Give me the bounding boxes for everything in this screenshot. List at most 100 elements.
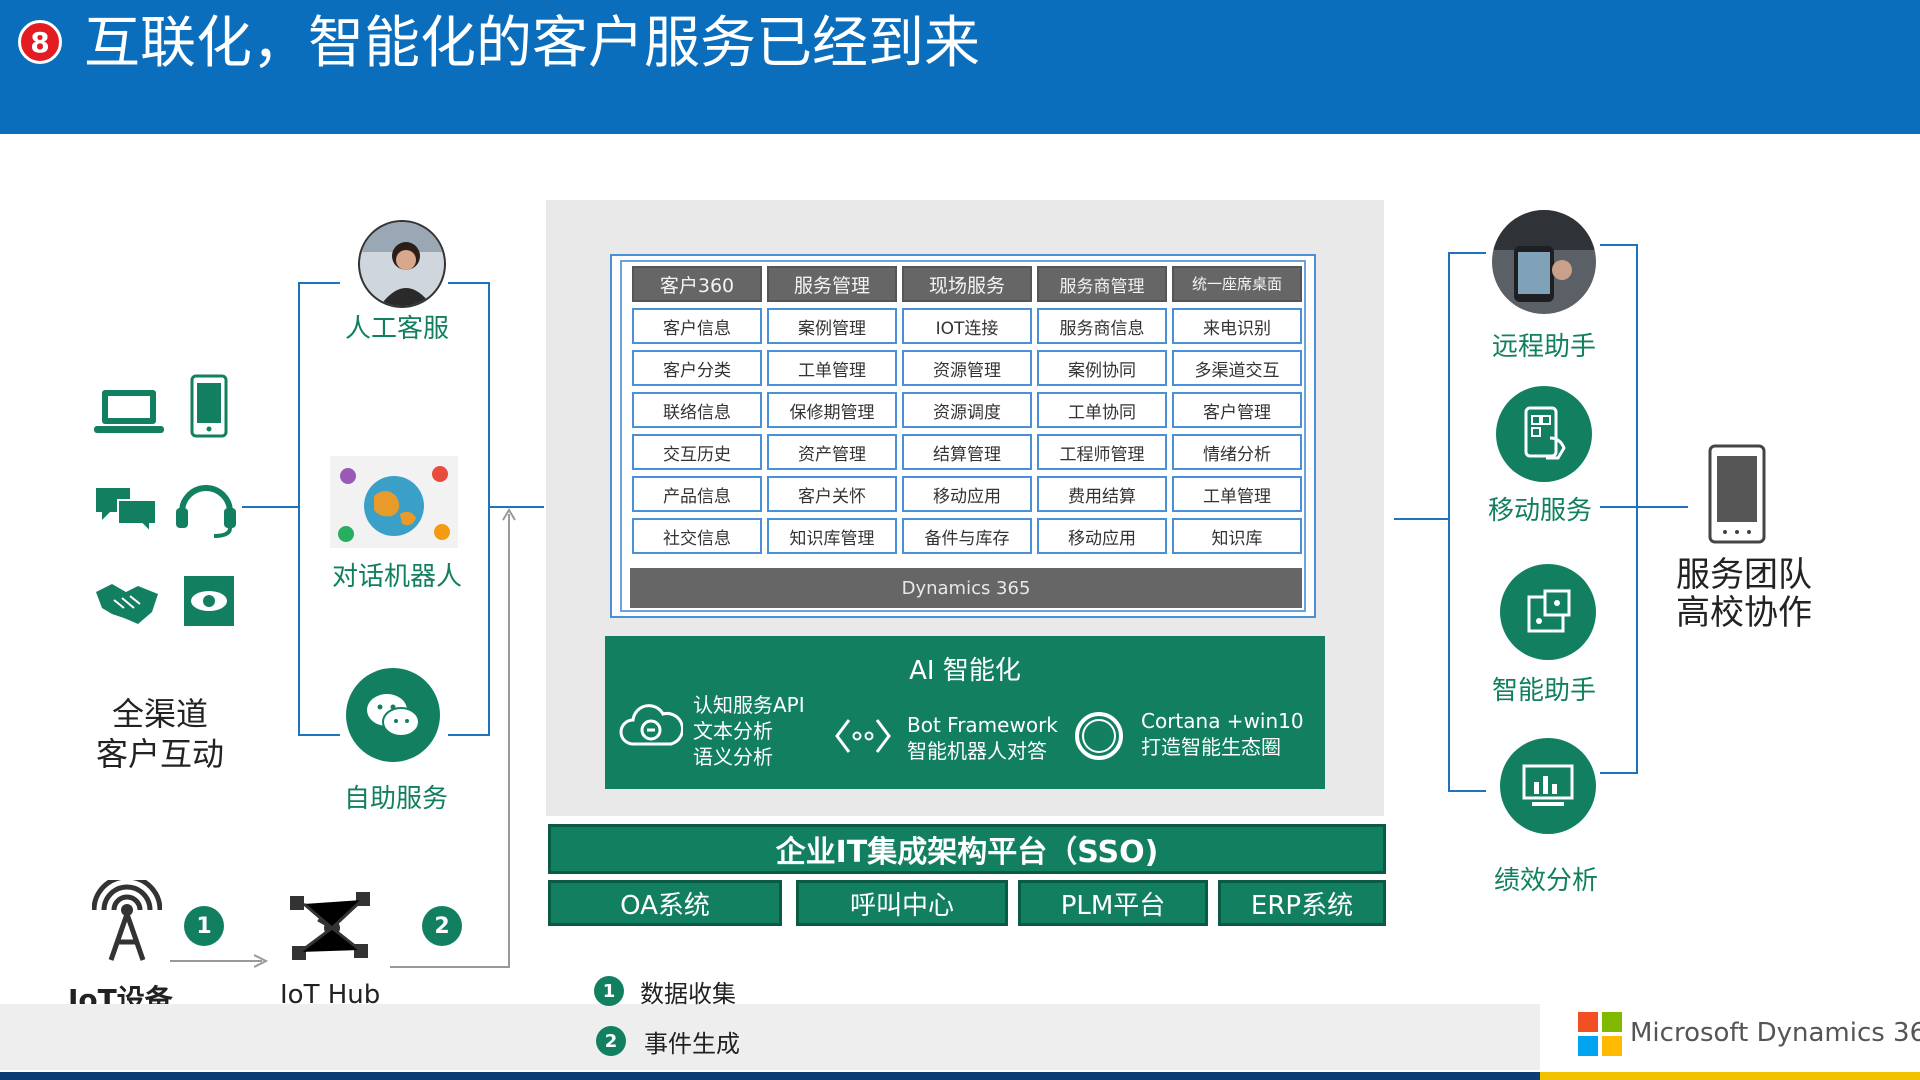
cloud-service-icon (619, 704, 683, 746)
grid-cell: 客户关怀 (767, 476, 897, 512)
right-left-bracket (1448, 252, 1486, 792)
cortana-line-1: Cortana +win10 (1141, 709, 1304, 733)
cognitive-services-text: 认知服务API 文本分析 语义分析 (693, 692, 805, 770)
legend-1-label: 数据收集 (640, 980, 736, 1008)
arrow-up-icon (502, 508, 516, 521)
iot-antenna-icon (92, 880, 162, 961)
omni-line-2: 客户互动 (95, 735, 224, 773)
grid-cell: 服务商信息 (1037, 308, 1167, 344)
grid-cell: 资源调度 (902, 392, 1032, 428)
dynamics-365-bar: Dynamics 365 (630, 568, 1302, 608)
grid-cell: 资产管理 (767, 434, 897, 470)
team-phone-icon (1708, 444, 1766, 544)
plm-platform-box: PLM平台 (1018, 880, 1208, 926)
bot-framework-text: Bot Framework 智能机器人对答 (907, 712, 1058, 764)
grid-cell: 客户管理 (1172, 392, 1302, 428)
call-center-box: 呼叫中心 (796, 880, 1008, 926)
cog-line-2: 文本分析 (693, 719, 773, 743)
omni-line-1: 全渠道 (111, 695, 208, 733)
footer-accent (1540, 1072, 1920, 1080)
grid-cell: 工单协同 (1037, 392, 1167, 428)
grid-cell: 资源管理 (902, 350, 1032, 386)
grid-cell: 案例协同 (1037, 350, 1167, 386)
wechat-icon (346, 668, 440, 762)
chat-bubbles-icon (96, 488, 157, 534)
right-to-team-line (1600, 506, 1688, 508)
headset-icon (176, 485, 236, 538)
page-title: 互联化，智能化的客户服务已经到来 (84, 11, 980, 76)
cortana-text: Cortana +win10 打造智能生态圈 (1141, 708, 1304, 760)
sso-platform-bar: 企业IT集成架构平台（SSO) (548, 824, 1386, 874)
team-line-2: 高校协作 (1676, 593, 1812, 633)
bot-line-2: 智能机器人对答 (907, 739, 1047, 763)
grid-cell: 工单管理 (767, 350, 897, 386)
grid-cell: 客户分类 (632, 350, 762, 386)
grid-cell: 费用结算 (1037, 476, 1167, 512)
grid-cell: 工单管理 (1172, 476, 1302, 512)
code-brackets-icon (835, 719, 891, 753)
iot-hub-icon (290, 892, 370, 960)
cog-line-3: 语义分析 (693, 745, 773, 769)
ms-dynamics-logo-text: Microsoft Dynamics 365 (1630, 1018, 1920, 1048)
bot-line-1: Bot Framework (907, 713, 1058, 737)
mobile-service-label: 移动服务 (1488, 496, 1593, 526)
grid-cell: 情绪分析 (1172, 434, 1302, 470)
cog-line-1: 认知服务API (693, 693, 805, 717)
grid-header-field: 现场服务 (902, 266, 1032, 302)
grid-cell: 结算管理 (902, 434, 1032, 470)
grid-cell: 移动应用 (1037, 518, 1167, 554)
grid-cell: 社交信息 (632, 518, 762, 554)
arrow-head-icon (254, 954, 268, 968)
agent-photo (358, 220, 446, 308)
team-line-1: 服务团队 (1676, 555, 1812, 595)
erp-system-box: ERP系统 (1218, 880, 1386, 926)
grid-header-service: 服务管理 (767, 266, 897, 302)
right-right-bracket (1600, 244, 1638, 774)
grid-cell: 备件与库存 (902, 518, 1032, 554)
grid-cell: 交互历史 (632, 434, 762, 470)
right-connector-line (1394, 518, 1450, 520)
remote-assist-label: 远程助手 (1492, 332, 1597, 362)
cortana-ring-icon (1075, 712, 1123, 760)
grid-cell: 保修期管理 (767, 392, 897, 428)
grid-cell: 案例管理 (767, 308, 897, 344)
bot-label: 对话机器人 (332, 562, 463, 592)
step-1-badge: 1 (184, 906, 224, 946)
slide-number-badge: 8 (18, 20, 62, 64)
self-service-label: 自助服务 (344, 784, 449, 814)
step-2-badge: 2 (422, 906, 462, 946)
grid-cell: 多渠道交互 (1172, 350, 1302, 386)
grid-cell: 知识库 (1172, 518, 1302, 554)
omni-channel-label: 全渠道 客户互动 (80, 694, 240, 774)
microsoft-logo-icon (1578, 1012, 1622, 1056)
legend-2-label: 事件生成 (644, 1030, 740, 1058)
handshake-icon (96, 584, 158, 624)
service-team-label: 服务团队 高校协作 (1664, 556, 1824, 632)
arrow-line-1 (170, 960, 262, 962)
cortana-line-2: 打造智能生态圈 (1141, 735, 1281, 759)
phone-icon (190, 374, 228, 438)
mobile-service-icon (1496, 386, 1592, 482)
ai-title: AI 智能化 (909, 656, 1021, 686)
grid-header-vendor: 服务商管理 (1037, 266, 1167, 302)
oa-system-box: OA系统 (548, 880, 782, 926)
laptop-icon (94, 390, 164, 433)
grid-cell: 产品信息 (632, 476, 762, 512)
grid-header-customer360: 客户360 (632, 266, 762, 302)
grid-cell: IOT连接 (902, 308, 1032, 344)
legend-1-badge: 1 (594, 976, 624, 1006)
grid-cell: 联络信息 (632, 392, 762, 428)
grid-cell: 来电识别 (1172, 308, 1302, 344)
performance-analysis-icon (1500, 738, 1596, 834)
bot-image (330, 456, 458, 548)
remote-assist-photo (1492, 210, 1596, 314)
grid-cell: 客户信息 (632, 308, 762, 344)
arrow-line-up (508, 514, 510, 968)
arrow-line-2 (390, 966, 508, 968)
eye-icon (184, 576, 234, 626)
ai-section: AI 智能化 认知服务API 文本分析 语义分析 Bot Framework 智… (605, 636, 1325, 789)
legend-2-badge: 2 (596, 1026, 626, 1056)
grid-cell: 工程师管理 (1037, 434, 1167, 470)
smart-assistant-label: 智能助手 (1492, 676, 1597, 706)
grid-header-desktop: 统一座席桌面 (1172, 266, 1302, 302)
